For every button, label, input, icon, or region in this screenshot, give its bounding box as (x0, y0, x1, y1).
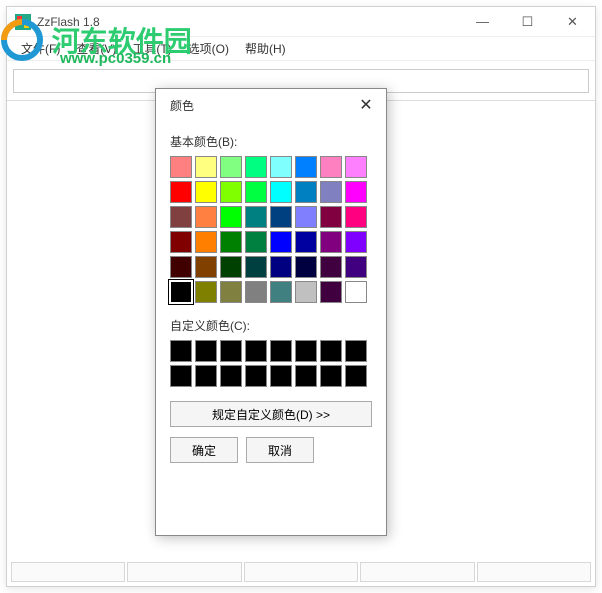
color-swatch[interactable] (195, 256, 217, 278)
color-swatch[interactable] (345, 206, 367, 228)
custom-color-swatch[interactable] (320, 365, 342, 387)
color-swatch[interactable] (295, 181, 317, 203)
custom-colors-grid (170, 340, 372, 387)
custom-color-swatch[interactable] (245, 365, 267, 387)
window-controls: — ☐ ✕ (460, 7, 595, 37)
color-swatch[interactable] (320, 206, 342, 228)
color-swatch[interactable] (270, 206, 292, 228)
color-swatch[interactable] (245, 256, 267, 278)
color-swatch[interactable] (220, 281, 242, 303)
custom-color-swatch[interactable] (170, 365, 192, 387)
menu-options[interactable]: 选项(O) (180, 38, 237, 59)
color-swatch[interactable] (170, 206, 192, 228)
color-swatch[interactable] (295, 206, 317, 228)
status-cell (360, 562, 474, 582)
custom-color-swatch[interactable] (170, 340, 192, 362)
color-swatch[interactable] (195, 231, 217, 253)
basic-colors-label: 基本颜色(B): (170, 133, 372, 150)
dialog-title: 颜色 (170, 97, 354, 114)
status-bar (11, 562, 591, 582)
custom-color-swatch[interactable] (320, 340, 342, 362)
basic-colors-grid (170, 156, 372, 303)
color-swatch[interactable] (170, 156, 192, 178)
color-swatch[interactable] (195, 281, 217, 303)
custom-color-swatch[interactable] (220, 340, 242, 362)
color-swatch[interactable] (195, 181, 217, 203)
ok-button[interactable]: 确定 (170, 437, 238, 463)
color-dialog: 颜色 ✕ 基本颜色(B): 自定义颜色(C): 规定自定义颜色(D) >> 确定… (155, 88, 387, 536)
color-swatch[interactable] (245, 281, 267, 303)
color-swatch[interactable] (170, 281, 192, 303)
app-icon (15, 14, 31, 30)
menu-file[interactable]: 文件(F) (13, 38, 68, 59)
color-swatch[interactable] (295, 256, 317, 278)
color-swatch[interactable] (170, 231, 192, 253)
custom-colors-label: 自定义颜色(C): (170, 317, 372, 334)
color-swatch[interactable] (270, 231, 292, 253)
color-swatch[interactable] (320, 281, 342, 303)
color-swatch[interactable] (320, 156, 342, 178)
dialog-titlebar: 颜色 ✕ (156, 89, 386, 121)
window-title: ZzFlash 1.8 (37, 15, 460, 29)
color-swatch[interactable] (245, 181, 267, 203)
color-swatch[interactable] (220, 231, 242, 253)
close-button[interactable]: ✕ (550, 7, 595, 37)
color-swatch[interactable] (270, 181, 292, 203)
color-swatch[interactable] (320, 256, 342, 278)
status-cell (477, 562, 591, 582)
custom-color-swatch[interactable] (270, 340, 292, 362)
color-swatch[interactable] (345, 256, 367, 278)
color-swatch[interactable] (170, 256, 192, 278)
menu-help[interactable]: 帮助(H) (237, 38, 294, 59)
color-swatch[interactable] (195, 206, 217, 228)
custom-color-swatch[interactable] (220, 365, 242, 387)
dialog-close-icon[interactable]: ✕ (354, 93, 378, 117)
color-swatch[interactable] (345, 231, 367, 253)
color-swatch[interactable] (195, 156, 217, 178)
status-cell (11, 562, 125, 582)
menubar: 文件(F) 查看(V) 工具(T) 选项(O) 帮助(H) (7, 37, 595, 61)
color-swatch[interactable] (245, 231, 267, 253)
status-cell (127, 562, 241, 582)
cancel-button[interactable]: 取消 (246, 437, 314, 463)
color-swatch[interactable] (295, 156, 317, 178)
color-swatch[interactable] (270, 256, 292, 278)
color-swatch[interactable] (270, 281, 292, 303)
titlebar: ZzFlash 1.8 — ☐ ✕ (7, 7, 595, 37)
custom-color-swatch[interactable] (295, 365, 317, 387)
custom-color-swatch[interactable] (270, 365, 292, 387)
status-cell (244, 562, 358, 582)
custom-color-swatch[interactable] (345, 340, 367, 362)
color-swatch[interactable] (345, 281, 367, 303)
color-swatch[interactable] (245, 156, 267, 178)
custom-color-swatch[interactable] (195, 365, 217, 387)
custom-color-swatch[interactable] (295, 340, 317, 362)
menu-tools[interactable]: 工具(T) (124, 38, 179, 59)
color-swatch[interactable] (320, 181, 342, 203)
color-swatch[interactable] (245, 206, 267, 228)
define-custom-colors-button[interactable]: 规定自定义颜色(D) >> (170, 401, 372, 427)
maximize-button[interactable]: ☐ (505, 7, 550, 37)
custom-color-swatch[interactable] (245, 340, 267, 362)
color-swatch[interactable] (220, 206, 242, 228)
color-swatch[interactable] (220, 156, 242, 178)
minimize-button[interactable]: — (460, 7, 505, 37)
color-swatch[interactable] (320, 231, 342, 253)
color-swatch[interactable] (270, 156, 292, 178)
color-swatch[interactable] (220, 181, 242, 203)
color-swatch[interactable] (345, 181, 367, 203)
custom-color-swatch[interactable] (195, 340, 217, 362)
color-swatch[interactable] (170, 181, 192, 203)
custom-color-swatch[interactable] (345, 365, 367, 387)
menu-view[interactable]: 查看(V) (68, 38, 124, 59)
color-swatch[interactable] (295, 281, 317, 303)
color-swatch[interactable] (295, 231, 317, 253)
color-swatch[interactable] (220, 256, 242, 278)
color-swatch[interactable] (345, 156, 367, 178)
